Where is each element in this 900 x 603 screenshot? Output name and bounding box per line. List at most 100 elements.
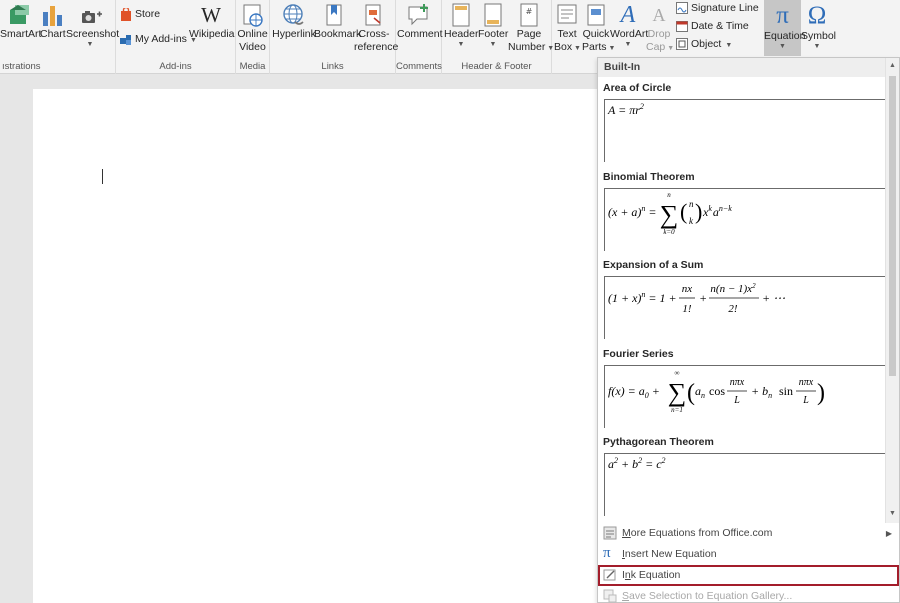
hyperlink-button[interactable]: Hyperlink xyxy=(272,2,316,41)
equation-preview[interactable]: A = πr2 xyxy=(604,99,885,162)
frac1-den: 1! xyxy=(682,303,692,315)
pythagorean-equation-svg: a2 + b2 = c2 xyxy=(608,456,666,471)
save-to-gallery-icon xyxy=(603,589,617,603)
group-comments: Comment Comments xyxy=(396,0,443,74)
page-number-button[interactable]: # Page Number ▼ xyxy=(508,2,555,55)
frac1-num: nπx xyxy=(730,377,745,388)
my-addins-button[interactable]: My Add-ins ▼ xyxy=(120,31,197,49)
document-page[interactable] xyxy=(33,89,633,603)
date-time-button[interactable]: Date & Time xyxy=(676,18,749,34)
gallery-item-title: Fourier Series xyxy=(603,347,674,360)
online-video-label-2: Video xyxy=(239,41,266,53)
menu-item-label: Ink Equation xyxy=(622,569,681,581)
scroll-up-icon[interactable]: ▲ xyxy=(886,60,899,72)
online-video-icon xyxy=(243,4,263,27)
addins-icon xyxy=(120,34,131,45)
eq-an: an xyxy=(695,384,705,400)
eq-cos: cos xyxy=(709,384,725,398)
equation-preview[interactable]: a2 + b2 = c2 xyxy=(604,453,885,516)
store-button[interactable]: Store xyxy=(120,6,160,22)
scrollbar-thumb[interactable] xyxy=(889,76,896,376)
gallery-item-title: Area of Circle xyxy=(603,82,672,94)
gallery-list: Area of Circle A = πr2 Binomial Theorem … xyxy=(598,77,885,517)
drop-cap-label-2: Cap ▼ xyxy=(646,41,675,53)
binom-close: ) xyxy=(695,199,702,224)
wordart-button[interactable]: A WordArt ▼ xyxy=(610,2,649,49)
object-dropdown-icon: ▼ xyxy=(725,42,733,49)
menu-item-label: More Equations from Office.com xyxy=(622,527,773,539)
menu-item-insert-new-equation[interactable]: π Insert New Equation xyxy=(598,544,899,565)
drop-cap-button[interactable]: A Drop Cap ▼ xyxy=(646,2,675,55)
sum-icon: ∑ xyxy=(668,378,687,407)
quick-parts-button[interactable]: Quick Parts ▼ xyxy=(582,2,616,55)
group-label-media: Media xyxy=(239,61,266,72)
sum-top: ∞ xyxy=(675,369,680,377)
office-equations-icon xyxy=(603,526,617,540)
online-video-button[interactable]: Online Video xyxy=(236,2,269,54)
gallery-header: Built-In xyxy=(598,58,899,77)
screenshot-icon xyxy=(82,11,102,23)
equation-preview[interactable]: (x + a)n = n ∑ k=0 ( n k ) xkan−k xyxy=(604,187,885,251)
gallery-item-pythagorean-theorem[interactable]: Pythagorean Theorem a2 + b2 = c2 xyxy=(598,431,885,517)
object-button[interactable]: Object ▼ xyxy=(676,36,732,54)
symbol-button[interactable]: Ω Symbol ▼ xyxy=(801,0,837,51)
chart-button[interactable]: Chart xyxy=(40,2,66,41)
comment-button[interactable]: Comment xyxy=(397,2,443,41)
paren-close: ) xyxy=(817,380,825,406)
frac2-den: L xyxy=(802,395,809,406)
menu-item-ink-equation[interactable]: Ink Equation xyxy=(598,565,899,586)
store-icon xyxy=(121,7,131,21)
gallery-item-title: Expansion of a Sum xyxy=(603,259,704,271)
group-label-comments: Comments xyxy=(396,61,442,72)
header-dropdown-icon: ▼ xyxy=(457,41,465,48)
gallery-item-area-of-circle[interactable]: Area of Circle A = πr2 xyxy=(598,77,885,166)
menu-item-label: Save Selection to Equation Gallery... xyxy=(622,590,793,602)
scroll-down-icon[interactable]: ▼ xyxy=(886,508,899,520)
eq-text: a2 + b2 = c2 xyxy=(608,456,666,471)
frac2-den: 2! xyxy=(728,303,738,315)
header-button[interactable]: Header ▼ xyxy=(444,2,478,49)
cross-reference-button[interactable]: Cross- reference xyxy=(354,2,398,54)
page-number-icon: # xyxy=(520,3,538,27)
sum-top: n xyxy=(667,191,671,199)
eq-tail: + ⋯ xyxy=(762,291,785,305)
equation-preview[interactable]: f(x) = a0 + ∞ ∑ n=1 ( an cos nπx L + bn s… xyxy=(604,364,885,428)
equation-button[interactable]: π Equation ▼ xyxy=(764,0,805,56)
frac1-den: L xyxy=(733,395,740,406)
text-cursor xyxy=(102,169,103,184)
binom-n: n xyxy=(689,199,694,209)
wikipedia-label: Wikipedia xyxy=(189,28,235,40)
bookmark-button[interactable]: Bookmark xyxy=(314,2,362,41)
menu-item-more-equations[interactable]: More Equations from Office.com ▶ xyxy=(598,523,899,544)
smartart-button[interactable]: SmartArt xyxy=(0,2,41,41)
hyperlink-icon xyxy=(283,4,304,25)
equation-preview[interactable]: (1 + x)n = 1 + nx 1! + n(n − 1)x2 2! + ⋯ xyxy=(604,276,885,339)
wordart-label: WordArt xyxy=(610,28,649,40)
gallery-item-fourier-series[interactable]: Fourier Series f(x) = a0 + ∞ ∑ n=1 ( an c… xyxy=(598,343,885,432)
quick-parts-label-2: Parts ▼ xyxy=(582,41,616,53)
object-icon xyxy=(676,38,688,51)
footer-button[interactable]: Footer ▼ xyxy=(478,2,508,49)
text-box-button[interactable]: Text Box ▼ xyxy=(554,2,581,55)
gallery-item-binomial-theorem[interactable]: Binomial Theorem (x + a)n = n ∑ k=0 ( n k… xyxy=(598,166,885,255)
header-icon xyxy=(452,3,470,27)
wikipedia-button[interactable]: W Wikipedia xyxy=(189,2,235,41)
gallery-item-expansion-of-a-sum[interactable]: Expansion of a Sum (1 + x)n = 1 + nx 1! +… xyxy=(598,254,885,343)
smartart-icon xyxy=(10,5,29,24)
symbol-label: Symbol xyxy=(801,30,837,42)
bookmark-icon xyxy=(326,4,342,26)
text-box-label-1: Text xyxy=(557,28,577,40)
group-addins: Store My Add-ins ▼ W Wikipedia Add-ins xyxy=(116,0,236,74)
binom-k: k xyxy=(689,216,694,226)
gallery-scrollbar[interactable]: ▲ ▼ xyxy=(885,58,899,523)
submenu-arrow-icon: ▶ xyxy=(885,529,892,538)
chart-label: Chart xyxy=(40,28,66,40)
wordart-icon: A xyxy=(620,2,636,28)
menu-item-save-selection: Save Selection to Equation Gallery... xyxy=(598,586,899,603)
screenshot-button[interactable]: Screenshot ▼ xyxy=(66,2,119,49)
page-number-label-2: Number ▼ xyxy=(508,41,555,53)
drop-cap-label-1: Drop xyxy=(647,28,671,40)
quick-parts-icon xyxy=(587,4,605,26)
bookmark-label: Bookmark xyxy=(314,28,362,40)
signature-line-button[interactable]: Signature Line▼ xyxy=(676,0,770,18)
